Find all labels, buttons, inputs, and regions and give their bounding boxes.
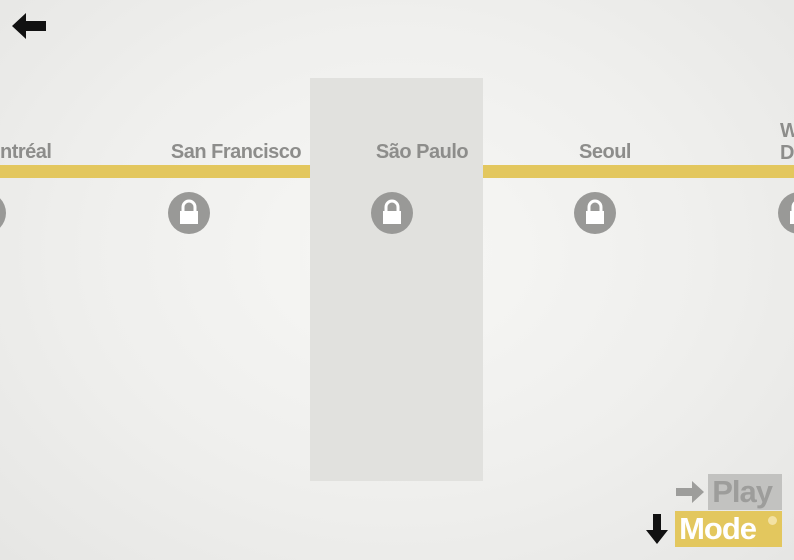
city-label-partial[interactable]: W D bbox=[780, 120, 794, 164]
lock-icon bbox=[790, 201, 794, 224]
metro-line bbox=[0, 165, 794, 178]
play-label: Play bbox=[708, 474, 782, 510]
mode-label: Mode bbox=[675, 511, 782, 547]
city-label-montreal[interactable]: ntréal bbox=[0, 141, 52, 163]
mode-indicator-dot bbox=[768, 516, 777, 525]
city-label-san-francisco[interactable]: San Francisco bbox=[171, 141, 302, 163]
city-label-line: D bbox=[780, 142, 794, 164]
level-lock-seoul[interactable] bbox=[574, 192, 616, 234]
city-label-sao-paulo[interactable]: São Paulo bbox=[376, 141, 469, 163]
mode-menu-item[interactable]: Mode bbox=[641, 511, 782, 547]
back-button[interactable] bbox=[10, 10, 50, 42]
city-label-seoul[interactable]: Seoul bbox=[579, 141, 631, 163]
city-label-line: W bbox=[780, 120, 794, 142]
play-menu-item[interactable]: Play bbox=[674, 474, 782, 510]
selected-level-highlight bbox=[310, 78, 483, 481]
lock-icon bbox=[383, 199, 401, 224]
arrow-left-icon bbox=[12, 13, 46, 39]
level-lock-partial[interactable] bbox=[778, 192, 794, 234]
metro-line-segment bbox=[0, 165, 310, 178]
arrow-right-icon bbox=[676, 481, 705, 503]
mode-label-text: Mode bbox=[679, 511, 757, 546]
lock-icon bbox=[180, 199, 198, 224]
arrow-down-icon bbox=[646, 514, 669, 544]
level-lock-sao-paulo[interactable] bbox=[371, 192, 413, 234]
lock-icon bbox=[586, 199, 604, 224]
lock-icon bbox=[0, 192, 6, 234]
metro-line-segment bbox=[483, 165, 794, 178]
level-lock-montreal[interactable] bbox=[0, 192, 6, 234]
level-lock-san-francisco[interactable] bbox=[168, 192, 210, 234]
